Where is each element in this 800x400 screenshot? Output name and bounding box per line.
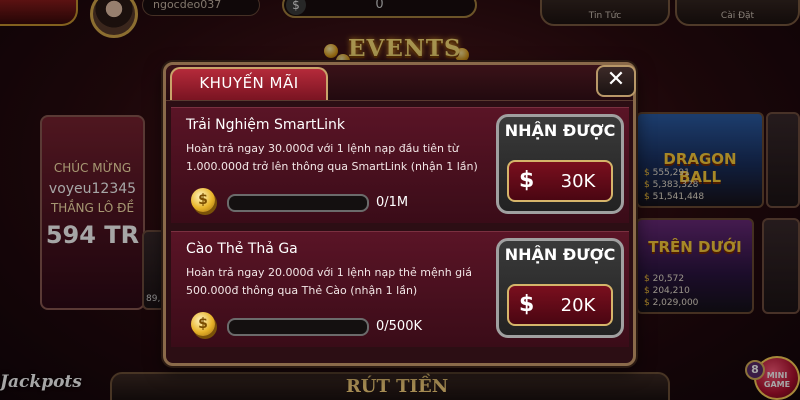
tab-khuyen-mai[interactable]: KHUYẾN MÃI	[170, 67, 328, 100]
close-button[interactable]: ✕	[596, 65, 636, 97]
reward-label: NHẬN ĐƯỢC	[504, 245, 616, 264]
reward-amount: 20K	[560, 295, 596, 316]
promotion-card: Cào Thẻ Thả Ga Hoàn trả ngay 20.000đ với…	[171, 231, 629, 347]
progress-text: 0/500K	[376, 319, 422, 334]
reward-amount: 30K	[560, 171, 596, 192]
coin-icon: $	[191, 312, 215, 336]
progress-bar	[227, 318, 369, 336]
promotion-title: Cào Thẻ Thả Ga	[186, 241, 298, 257]
dialog-header: KHUYẾN MÃI ✕	[166, 65, 636, 101]
reward-value-box: $ 20K	[507, 284, 613, 326]
coin-icon: $	[191, 188, 215, 212]
progress-bar	[227, 194, 369, 212]
promotion-dialog: KHUYẾN MÃI ✕ Trải Nghiệm SmartLink Hoàn …	[163, 62, 636, 366]
promotion-card: Trải Nghiệm SmartLink Hoàn trả ngay 30.0…	[171, 107, 629, 223]
reward-label: NHẬN ĐƯỢC	[504, 121, 616, 140]
promotion-description: Hoàn trả ngay 30.000đ với 1 lệnh nạp đầu…	[186, 142, 478, 173]
claim-reward-button[interactable]: NHẬN ĐƯỢC $ 30K	[496, 114, 624, 214]
promotion-title: Trải Nghiệm SmartLink	[186, 117, 346, 133]
promotion-description: Hoàn trả ngay 20.000đ với 1 lệnh nạp thẻ…	[186, 266, 472, 297]
progress-text: 0/1M	[376, 195, 409, 210]
dollar-icon: $	[519, 292, 535, 317]
reward-value-box: $ 30K	[507, 160, 613, 202]
dollar-icon: $	[519, 168, 535, 193]
claim-reward-button[interactable]: NHẬN ĐƯỢC $ 20K	[496, 238, 624, 338]
